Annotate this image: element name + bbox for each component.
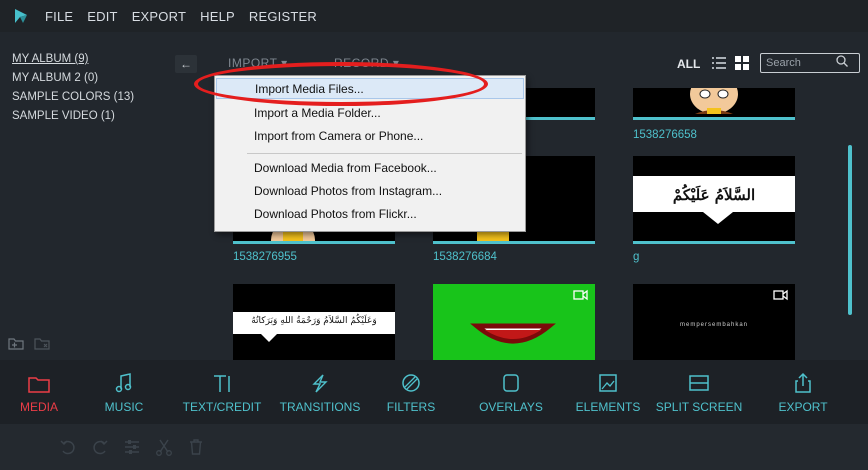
logo-icon	[10, 5, 32, 27]
menu-register[interactable]: REGISTER	[242, 9, 324, 24]
library-item-my-album[interactable]: MY ALBUM (9)	[0, 50, 200, 69]
thumb-underline	[433, 241, 595, 244]
intro-text: mempersembahkan	[679, 322, 749, 328]
thumb-underline	[633, 117, 795, 120]
search-box	[760, 53, 860, 73]
menu-file[interactable]: FILE	[38, 9, 80, 24]
tab-media-label: MEDIA	[19, 400, 58, 414]
library-item-sample-video[interactable]: SAMPLE VIDEO (1)	[0, 107, 200, 126]
media-thumb-7[interactable]: وَعَلَيْكُمُ السَّلاَمُ وَرَحْمَةُ اللهِ…	[233, 284, 395, 360]
tab-music[interactable]: MUSIC	[97, 360, 151, 424]
menu-edit[interactable]: EDIT	[80, 9, 124, 24]
redo-icon[interactable]	[84, 439, 116, 455]
tab-overlays-label: OVERLAYS	[479, 400, 543, 414]
tab-music-label: MUSIC	[104, 400, 144, 414]
grid-scrollbar[interactable]	[848, 145, 852, 315]
undo-icon[interactable]	[52, 439, 84, 455]
media-label-2: 1538276955	[233, 251, 297, 263]
grid-view-icon[interactable]	[735, 56, 749, 75]
library-item-my-album-2[interactable]: MY ALBUM 2 (0)	[0, 69, 200, 88]
tab-filters-label: FILTERS	[386, 400, 436, 414]
library-panel: MY ALBUM (9) MY ALBUM 2 (0) SAMPLE COLOR…	[0, 50, 200, 360]
tab-export-label: EXPORT	[778, 400, 828, 414]
smile-image	[470, 323, 556, 344]
tab-transitions-label: TRANSITIONS	[279, 400, 361, 414]
menu-bar: FILE EDIT EXPORT HELP REGISTER	[0, 0, 868, 32]
adjust-icon[interactable]	[116, 439, 148, 455]
tab-transitions[interactable]: TRANSITIONS	[274, 360, 366, 424]
menu-separator	[247, 153, 522, 154]
highlight-oval-annotation	[194, 62, 488, 106]
cut-icon[interactable]	[148, 438, 180, 456]
filters-icon	[400, 360, 422, 394]
tab-elements[interactable]: ELEMENTS	[572, 360, 644, 424]
folder-icon	[27, 360, 51, 394]
menu-item-import-from-camera[interactable]: Import from Camera or Phone...	[216, 126, 524, 147]
elements-icon	[597, 360, 619, 394]
tab-bar: MEDIA MUSIC TEXT/CREDIT TRANSITIONS FILT…	[0, 360, 868, 424]
remove-folder-icon[interactable]	[34, 336, 52, 355]
media-label-1: 1538276658	[633, 129, 697, 141]
export-icon	[792, 360, 814, 394]
overlays-icon	[500, 360, 522, 394]
library-actions	[8, 336, 52, 355]
arabic-caption-text: وَعَلَيْكُمُ السَّلاَمُ وَرَحْمَةُ اللهِ…	[251, 316, 377, 326]
menu-export[interactable]: EXPORT	[125, 9, 193, 24]
media-label-3: 1538276684	[433, 251, 497, 263]
menu-item-import-media-folder[interactable]: Import a Media Folder...	[216, 103, 524, 124]
split-screen-icon	[688, 360, 710, 394]
transitions-icon	[309, 360, 331, 394]
arabic-title-text: السَّلاَمُ عَلَيْكُمْ	[672, 186, 756, 204]
tab-export[interactable]: EXPORT	[772, 360, 834, 424]
menu-item-download-flickr[interactable]: Download Photos from Flickr...	[216, 204, 524, 225]
text-icon	[211, 360, 233, 394]
list-view-icon[interactable]	[711, 56, 727, 75]
search-icon[interactable]	[835, 54, 849, 73]
cartoon-face-image	[690, 88, 738, 114]
tab-split-screen-label: SPLIT SCREEN	[655, 400, 743, 414]
tab-media[interactable]: MEDIA	[14, 360, 64, 424]
media-thumb-3[interactable]	[633, 88, 795, 120]
media-thumb-9[interactable]: mempersembahkan	[633, 284, 795, 360]
tab-overlays[interactable]: OVERLAYS	[472, 360, 550, 424]
music-icon	[113, 360, 135, 394]
tab-split-screen[interactable]: SPLIT SCREEN	[656, 360, 742, 424]
menu-item-download-instagram[interactable]: Download Photos from Instagram...	[216, 181, 524, 202]
filter-all[interactable]: ALL	[677, 57, 700, 71]
search-input[interactable]	[761, 57, 835, 69]
media-thumb-8[interactable]	[433, 284, 595, 360]
video-icon	[773, 288, 789, 306]
add-folder-icon[interactable]	[8, 336, 26, 355]
tab-filters[interactable]: FILTERS	[384, 360, 438, 424]
collapse-library-button[interactable]: ←	[175, 55, 197, 73]
media-label-4: g	[633, 251, 640, 263]
edit-toolbar	[0, 424, 868, 470]
tab-text-credit[interactable]: TEXT/CREDIT	[176, 360, 268, 424]
thumb-underline	[633, 241, 795, 244]
menu-help[interactable]: HELP	[193, 9, 242, 24]
app-window: FILE EDIT EXPORT HELP REGISTER MY ALBUM …	[0, 0, 868, 470]
tab-elements-label: ELEMENTS	[575, 400, 641, 414]
media-thumb-6[interactable]: السَّلاَمُ عَلَيْكُمْ	[633, 156, 795, 244]
menu-item-download-facebook[interactable]: Download Media from Facebook...	[216, 158, 524, 179]
tab-text-credit-label: TEXT/CREDIT	[182, 400, 262, 414]
thumb-underline	[233, 241, 395, 244]
delete-icon[interactable]	[180, 438, 212, 456]
library-item-sample-colors[interactable]: SAMPLE COLORS (13)	[0, 88, 200, 107]
